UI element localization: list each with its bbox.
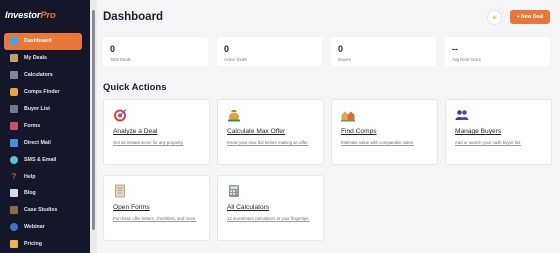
sidebar-item-label: Forms — [24, 122, 41, 129]
dashboard-icon — [10, 37, 18, 46]
sidebar-item-label: SMS & Email — [24, 156, 57, 163]
target-icon — [114, 109, 127, 122]
sidebar-item-comps-finder[interactable]: Comps Finder — [4, 84, 82, 101]
sidebar-item-label: Case Studies — [24, 207, 58, 214]
sidebar-item-buyer-list[interactable]: Buyer List — [4, 101, 82, 118]
deals-icon — [10, 54, 18, 63]
calculator-icon — [229, 185, 239, 197]
card-description: Get an instant score for any property. — [113, 140, 184, 145]
sidebar-item-webinar[interactable]: Webinar — [4, 219, 82, 236]
card-description: 12 investment calculators at your finger… — [227, 216, 310, 221]
stat-label: Total Deals — [110, 57, 131, 62]
card-title: Open Forms — [113, 204, 150, 211]
sidebar-item-label: Buyer List — [24, 106, 50, 112]
sidebar-item-forms[interactable]: Forms — [4, 117, 82, 134]
main-content: Dashboard ☀ + New Deal 0 Total Deals 0 A… — [97, 0, 560, 253]
sidebar-item-my-deals[interactable]: My Deals — [4, 50, 82, 67]
stat-value: 0 — [338, 44, 344, 54]
sidebar-item-label: My Deals — [24, 55, 47, 62]
action-card-manage-buyers[interactable]: Manage Buyers Add or search your cash bu… — [445, 99, 552, 165]
sidebar: InvestorPro Dashboard My Deals Calculato… — [0, 0, 90, 253]
action-card-calculate-max-offer[interactable]: Calculate Max Offer Know your max bid be… — [217, 99, 324, 165]
stat-value: 0 — [110, 44, 116, 54]
card-title: Manage Buyers — [455, 128, 502, 135]
blog-icon — [10, 189, 18, 198]
sidebar-item-sms-email[interactable]: SMS & Email — [4, 151, 82, 168]
theme-toggle-button[interactable]: ☀ — [487, 10, 502, 25]
comps-icon — [10, 88, 18, 97]
sidebar-item-label: Comps Finder — [24, 89, 60, 96]
card-description: Know your max bid before making an offer… — [227, 140, 309, 145]
webinar-icon — [10, 223, 18, 232]
document-icon — [115, 184, 125, 198]
sidebar-item-label: Blog — [24, 190, 36, 197]
sidebar-item-label: Direct Mail — [24, 139, 51, 146]
action-card-find-comps[interactable]: Find Comps Estimate value with comparabl… — [331, 99, 438, 165]
sun-icon: ☀ — [491, 14, 498, 22]
card-title: Calculate Max Offer — [227, 128, 286, 135]
calculator-icon — [10, 71, 18, 80]
forms-icon — [10, 121, 18, 130]
card-description: Estimate value with comparable sales. — [341, 140, 415, 145]
page-title: Dashboard — [103, 11, 164, 23]
stat-card-active-deals: 0 Active Deals — [217, 37, 322, 66]
logo[interactable]: InvestorPro — [5, 10, 56, 21]
stat-label: Active Deals — [224, 57, 248, 62]
sidebar-scroll-thumb[interactable] — [92, 10, 95, 230]
card-description: Add or search your cash buyer list. — [455, 140, 522, 145]
sidebar-item-label: Calculators — [24, 72, 53, 79]
sidebar-item-calculators[interactable]: Calculators — [4, 67, 82, 84]
sidebar-item-blog[interactable]: Blog — [4, 185, 82, 202]
sidebar-item-label: Webinar — [24, 224, 45, 231]
pricing-icon — [10, 240, 18, 249]
mail-icon — [10, 138, 18, 147]
stat-card-avg-deal-score: -- Avg Deal Score — [445, 37, 550, 66]
buyer-list-icon — [10, 105, 18, 113]
sidebar-item-dashboard[interactable]: Dashboard — [4, 33, 82, 50]
sidebar-item-direct-mail[interactable]: Direct Mail — [4, 134, 82, 151]
action-card-analyze-deal[interactable]: Analyze a Deal Get an instant score for … — [103, 99, 210, 165]
sidebar-nav: Dashboard My Deals Calculators Comps Fin… — [4, 33, 82, 253]
stat-label: Avg Deal Score — [452, 57, 482, 62]
sidebar-item-label: Help — [24, 173, 36, 180]
card-title: Find Comps — [341, 128, 377, 135]
houses-icon — [341, 111, 355, 122]
card-title: Analyze a Deal — [113, 128, 158, 135]
new-deal-button[interactable]: + New Deal — [510, 10, 550, 24]
stat-card-total-deals: 0 Total Deals — [103, 37, 208, 66]
help-icon: ? — [11, 171, 17, 181]
card-title: All Calculators — [227, 204, 270, 211]
sms-icon — [10, 155, 18, 164]
quick-actions-title: Quick Actions — [103, 82, 167, 93]
stat-label: Buyers — [338, 57, 352, 62]
stat-value: 0 — [224, 44, 230, 54]
people-icon — [455, 110, 469, 120]
card-description: Purchase offer letters, checklists, and … — [113, 216, 197, 221]
action-card-open-forms[interactable]: Open Forms Purchase offer letters, check… — [103, 175, 210, 241]
case-studies-icon — [10, 206, 18, 215]
sidebar-item-case-studies[interactable]: Case Studies — [4, 202, 82, 219]
sidebar-item-label: Dashboard — [24, 38, 52, 45]
action-card-all-calculators[interactable]: All Calculators 12 investment calculator… — [217, 175, 324, 241]
sidebar-item-pricing[interactable]: Pricing — [4, 236, 82, 253]
stat-value: -- — [452, 44, 458, 54]
money-bag-icon — [228, 110, 240, 122]
sidebar-item-help[interactable]: ? Help — [4, 168, 82, 185]
stat-card-buyers: 0 Buyers — [331, 37, 436, 66]
sidebar-item-label: Pricing — [24, 241, 42, 248]
